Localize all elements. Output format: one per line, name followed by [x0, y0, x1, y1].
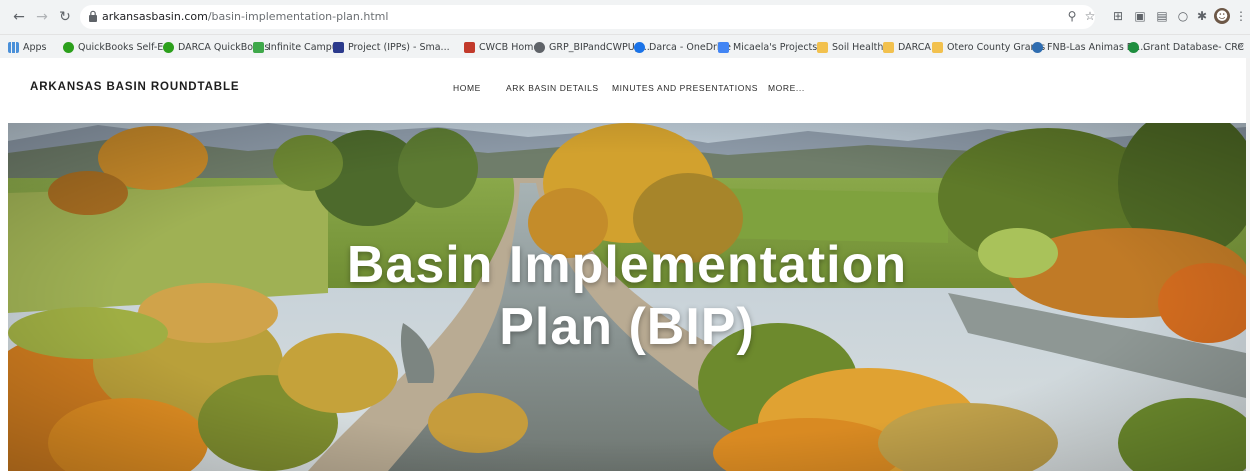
bookmark-star-icon[interactable]: ☆ [1083, 9, 1097, 23]
bookmark-apps[interactable]: Apps [8, 39, 47, 55]
nav-more[interactable]: MORE... [768, 83, 805, 93]
bookmark-label: Grant Database- CRC [1143, 41, 1245, 53]
bookmark-label: DARCA [898, 41, 931, 53]
globe-icon [534, 41, 545, 53]
bookmark-grp-bip[interactable]: GRP_BIPandCWPUp... [534, 39, 650, 55]
bookmark-label: Apps [23, 41, 47, 53]
bookmark-label: Project (IPPs) - Sma... [348, 41, 450, 53]
bookmark-quickbooks-self[interactable]: QuickBooks Self-E... [63, 39, 172, 55]
hero-banner: Basin Implementation Plan (BIP) [8, 123, 1246, 471]
profile-avatar-icon[interactable]: ☻ [1214, 8, 1230, 24]
bookmark-label: Soil Health [832, 41, 884, 53]
zoom-magnifier-icon[interactable]: ⚲ [1065, 9, 1079, 23]
bookmark-micaelas-projects[interactable]: Micaela's Projects [718, 39, 817, 55]
extension-circle-icon[interactable]: ○ [1175, 8, 1191, 24]
bookmark-label: CWCB Home [479, 41, 540, 53]
bookmark-otero-county-grants[interactable]: Otero County Grants [932, 39, 1045, 55]
infinite-campus-icon [253, 41, 264, 53]
nav-home[interactable]: HOME [453, 83, 481, 93]
reload-icon[interactable]: ↻ [56, 8, 74, 26]
bookmark-darca-onedrive[interactable]: Darca - OneDrive [634, 39, 731, 55]
extension-puzzle-icon[interactable]: ⊞ [1110, 8, 1126, 24]
browser-chrome: ← → ↻ arkansasbasin.com/basin-implementa… [0, 0, 1250, 58]
bookmark-label: Otero County Grants [947, 41, 1046, 53]
bookmark-label: Micaela's Projects [733, 41, 818, 53]
quickbooks-icon [63, 41, 74, 53]
hero-heading-line-1: Basin Implementation [346, 236, 908, 294]
folder-icon [817, 41, 828, 53]
bookmarks-bar: Apps QuickBooks Self-E... DARCA QuickBoo… [0, 34, 1250, 58]
page-scrollbar[interactable] [1246, 58, 1250, 471]
cwcb-icon [464, 41, 475, 53]
bookmark-cwcb-home[interactable]: CWCB Home [464, 39, 539, 55]
extensions-pin-icon[interactable]: ✱ [1194, 8, 1210, 24]
folder-icon [932, 41, 943, 53]
project-icon [333, 41, 344, 53]
bookmark-soil-health[interactable]: Soil Health [817, 39, 883, 55]
url-text: arkansasbasin.com/basin-implementation-p… [102, 10, 388, 23]
browser-menu-icon[interactable]: ⋮ [1235, 8, 1247, 24]
forward-arrow-icon[interactable]: → [33, 8, 51, 26]
bookmark-darca[interactable]: DARCA [883, 39, 931, 55]
site-title[interactable]: ARKANSAS BASIN ROUNDTABLE [30, 81, 239, 93]
quickbooks-icon [163, 41, 174, 53]
folder-icon [883, 41, 894, 53]
browser-toolbar: ← → ↻ arkansasbasin.com/basin-implementa… [0, 0, 1250, 34]
url-host: arkansasbasin.com [102, 10, 208, 23]
address-bar[interactable]: arkansasbasin.com/basin-implementation-p… [80, 5, 1095, 29]
onedrive-cloud-icon [634, 41, 645, 53]
hero-heading-line-2: Plan (BIP) [499, 298, 755, 356]
bookmark-grant-database[interactable]: Grant Database- CRC [1128, 39, 1244, 55]
bookmark-label: Infinite Campus [268, 41, 343, 53]
nav-minutes-and-presentations[interactable]: MINUTES AND PRESENTATIONS [612, 83, 758, 93]
sheets-icon [718, 41, 729, 53]
bookmark-infinite-campus[interactable]: Infinite Campus [253, 39, 343, 55]
extension-square-icon[interactable]: ▣ [1132, 8, 1148, 24]
site-header: ARKANSAS BASIN ROUNDTABLE HOME ARK BASIN… [0, 58, 1250, 123]
bookmark-project-ipps[interactable]: Project (IPPs) - Sma... [333, 39, 450, 55]
nav-ark-basin-details[interactable]: ARK BASIN DETAILS [506, 83, 599, 93]
grant-database-icon [1128, 41, 1139, 53]
extension-page-icon[interactable]: ▤ [1154, 8, 1170, 24]
back-arrow-icon[interactable]: ← [10, 8, 28, 26]
lock-icon [89, 10, 97, 22]
bank-icon [1032, 41, 1043, 53]
bookmark-label: QuickBooks Self-E... [78, 41, 173, 53]
url-path: /basin-implementation-plan.html [207, 10, 389, 23]
bookmarks-overflow-chevron-icon[interactable]: » [1237, 39, 1244, 52]
apps-grid-icon [8, 41, 19, 53]
hero-heading: Basin Implementation Plan (BIP) [8, 234, 1246, 358]
